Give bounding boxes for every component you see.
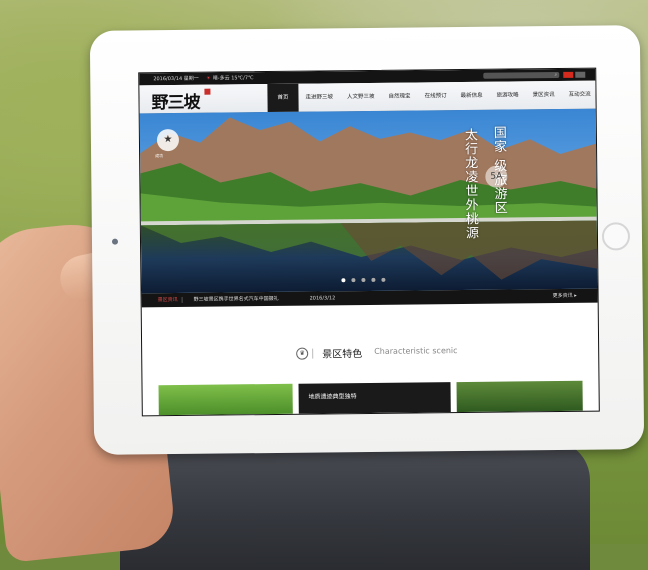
camera-icon	[111, 238, 119, 245]
news-tag[interactable]: 景区资讯	[158, 293, 178, 307]
search-input[interactable]: ⌕	[483, 69, 560, 81]
section-title: 景区特色	[322, 349, 363, 361]
slider-dot[interactable]	[361, 278, 366, 283]
hero-banner[interactable]: ★ 成功 太行龙凌世外桃源 国家 级旅游区 5A	[139, 108, 598, 294]
slider-dot[interactable]	[341, 278, 346, 283]
section-subtitle: Characteristic scenic	[374, 346, 458, 356]
nav-item-culture[interactable]: 人文野三坡	[340, 83, 382, 111]
nav-item-booking[interactable]: 在线预订	[417, 82, 453, 110]
divider	[181, 296, 183, 303]
nav-item-news[interactable]: 最新信息	[453, 82, 489, 110]
slider-dot[interactable]	[351, 278, 356, 283]
website-screen: 2016/03/14 星期一 ☀ 晴-多云 15℃/7℃ ⌕ 野三坡 首页 走进野…	[138, 67, 600, 417]
nav-menu: 首页 走进野三坡 人文野三坡 自然瑰宝 在线预订 最新信息 旅游攻略 景区资讯 …	[267, 81, 597, 113]
home-button[interactable]	[601, 222, 631, 251]
divider	[312, 348, 314, 359]
slider-dots	[341, 277, 386, 283]
feature-card-grass[interactable]	[158, 383, 293, 416]
weather-text: ☀ 晴-多云 15℃/7℃	[206, 72, 253, 84]
more-news-link[interactable]: 更多资讯 ▸	[553, 289, 577, 303]
nav-item-about[interactable]: 走进野三坡	[298, 83, 340, 111]
news-headline[interactable]: 野三坡景区携手世界名式汽车中国摄礼	[194, 292, 279, 307]
slider-dot[interactable]	[381, 277, 386, 282]
nav-item-nature[interactable]: 自然瑰宝	[381, 82, 417, 110]
nav-item-guide[interactable]: 旅游攻略	[489, 81, 525, 109]
search-icon[interactable]: ⌕	[554, 69, 557, 81]
nav-item-home[interactable]: 首页	[267, 83, 299, 113]
news-date: 2016/3/12	[309, 295, 336, 302]
banner-slogan-left: 太行龙凌世外桃源	[461, 127, 479, 240]
landscape-image	[139, 108, 598, 294]
card-title: 地质遗迹典型独特	[308, 393, 357, 401]
nav-item-interaction[interactable]: 互动交流	[561, 81, 597, 109]
feature-card-geology[interactable]: 地质遗迹典型独特	[298, 382, 451, 414]
language-cn-flag[interactable]	[563, 71, 574, 78]
medal-icon: ★	[156, 128, 180, 152]
five-a-badge: 5A	[485, 165, 508, 188]
site-logo[interactable]: 野三坡	[151, 88, 199, 114]
language-en-flag[interactable]	[575, 71, 586, 78]
nav-item-scenic-news[interactable]: 景区资讯	[525, 81, 561, 109]
feature-card-forest[interactable]	[456, 380, 583, 413]
slider-dot[interactable]	[371, 277, 376, 282]
date-text: 2016/03/14 星期一	[153, 75, 199, 83]
tablet-device: 2016/03/14 星期一 ☀ 晴-多云 15℃/7℃ ⌕ 野三坡 首页 走进野…	[89, 25, 645, 455]
award-icon: ♛	[296, 347, 309, 360]
sun-cloud-icon: ☀	[206, 75, 211, 82]
logo-seal-icon	[204, 88, 211, 95]
weather-label: 晴-多云 15℃/7℃	[212, 75, 254, 82]
badge-label: 成功	[155, 153, 164, 159]
jeans-photo	[120, 440, 590, 570]
